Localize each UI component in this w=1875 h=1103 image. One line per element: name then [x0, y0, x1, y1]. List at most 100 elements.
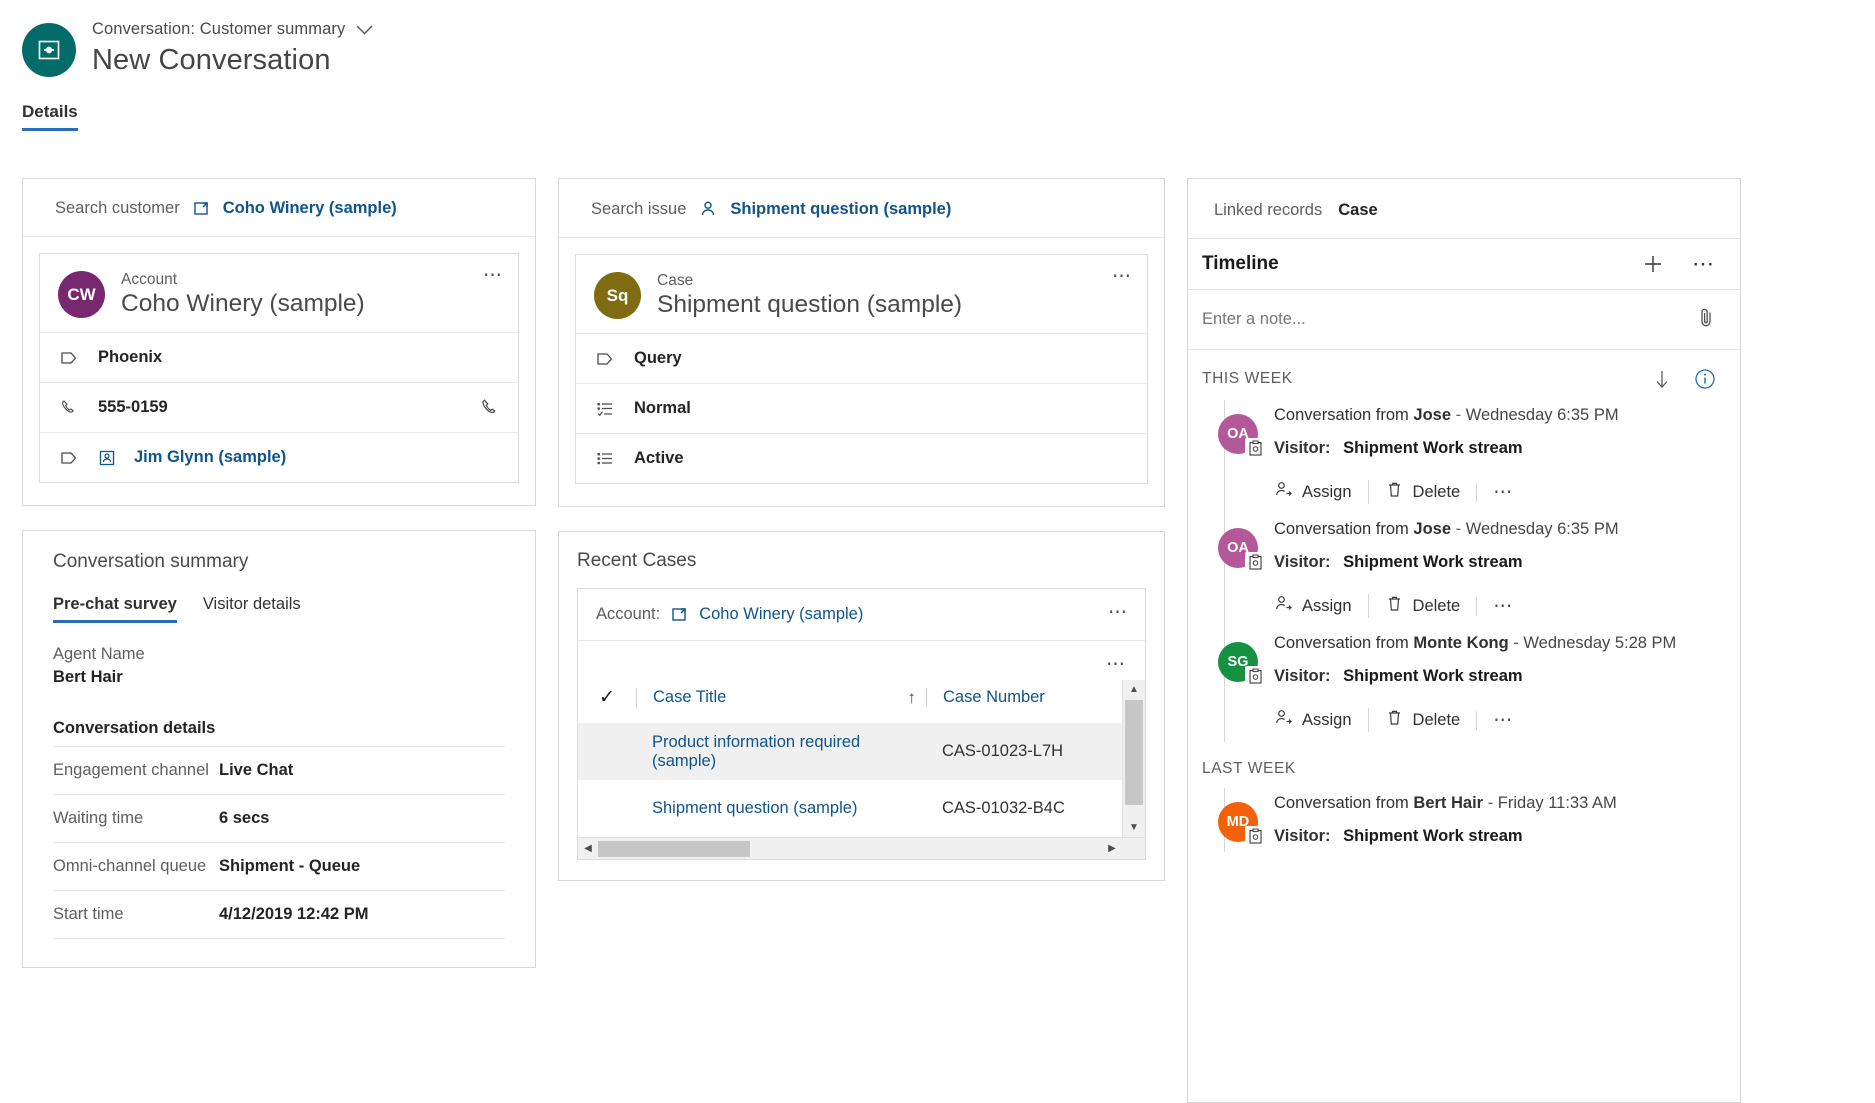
customer-lookup-link[interactable]: Coho Winery (sample) [223, 199, 397, 218]
avatar: OA [1218, 414, 1258, 454]
field-value-case-type: Query [634, 349, 682, 368]
column-header-case-title[interactable]: Case Title ↑ [636, 688, 926, 708]
grid-more-options-icon[interactable]: ⋯ [578, 641, 1145, 680]
detail-key: Start time [53, 905, 219, 924]
delete-button[interactable]: Delete [1368, 480, 1477, 504]
sort-ascending-icon[interactable]: ↑ [908, 688, 917, 708]
customer-panel: Search customer Coho Winery (sample) ⋯ C… [22, 178, 536, 506]
entry-dash: - [1488, 794, 1494, 812]
attachment-icon[interactable] [1696, 306, 1716, 333]
clipboard-gear-icon [1245, 826, 1266, 847]
detail-key: Engagement channel [53, 761, 219, 780]
call-icon[interactable] [480, 398, 500, 418]
assign-label: Assign [1302, 483, 1352, 502]
entry-actor: Bert Hair [1413, 794, 1483, 812]
field-value-city: Phoenix [98, 348, 162, 367]
tab-details[interactable]: Details [22, 102, 78, 131]
chevron-up-icon[interactable]: ▲ [1123, 680, 1145, 699]
case-entity-card: ⋯ Sq Case Shipment question (sample) [575, 254, 1148, 484]
cell-case-number: CAS-01032-B4C [926, 799, 1145, 818]
more-options-icon[interactable]: ⋯ [1476, 483, 1514, 502]
field-row-status: Active [576, 433, 1147, 483]
recent-cases-panel: Recent Cases ⋯ Account: Coho Winery (sam… [558, 531, 1165, 881]
entry-prefix: Conversation from [1274, 406, 1409, 424]
more-options-icon[interactable]: ⋯ [1476, 711, 1514, 730]
entry-timestamp: Friday 11:33 AM [1498, 794, 1617, 812]
checkmark-icon[interactable]: ✓ [578, 686, 636, 709]
more-options-icon[interactable]: ⋯ [1112, 267, 1133, 286]
delete-button[interactable]: Delete [1368, 708, 1477, 732]
field-link-contact[interactable]: Jim Glynn (sample) [134, 448, 286, 467]
tab-pre-chat-survey[interactable]: Pre-chat survey [53, 595, 177, 623]
phone-icon [58, 399, 80, 417]
assign-user-icon [1274, 594, 1293, 618]
address-icon [58, 450, 80, 466]
search-issue-row[interactable]: Search issue Shipment question (sample) [559, 179, 1164, 238]
field-value-status: Active [634, 449, 684, 468]
linked-records-label: Linked records [1214, 201, 1322, 220]
chevron-right-icon[interactable]: ▶ [1102, 843, 1122, 854]
survey-answer: Bert Hair [53, 668, 505, 687]
entry-prefix: Conversation from [1274, 520, 1409, 538]
chevron-left-icon[interactable]: ◀ [578, 843, 598, 854]
avatar: SG [1218, 642, 1258, 682]
address-icon [594, 351, 616, 367]
column-header-case-number[interactable]: Case Number [926, 688, 1145, 707]
assign-button[interactable]: Assign [1274, 480, 1368, 504]
assign-button[interactable]: Assign [1274, 594, 1368, 618]
list-item[interactable]: OA Conversation from Jose - [1202, 514, 1740, 628]
entry-actor: Jose [1413, 520, 1451, 538]
info-icon[interactable] [1694, 368, 1716, 390]
breadcrumb[interactable]: Conversation: Customer summary [92, 20, 374, 39]
entry-timestamp: Wednesday 5:28 PM [1523, 634, 1676, 652]
chevron-down-icon[interactable]: ▼ [1123, 818, 1145, 837]
scrollbar-thumb-vertical[interactable] [1125, 700, 1143, 805]
grid-horizontal-scrollbar[interactable]: ◀ ▶ [578, 837, 1145, 859]
entry-field-value: Shipment Work stream [1343, 439, 1522, 457]
search-customer-row[interactable]: Search customer Coho Winery (sample) [23, 179, 535, 237]
entity-type: Case [657, 272, 962, 290]
breadcrumb-label: Conversation: Customer summary [92, 20, 345, 39]
chevron-down-icon[interactable] [355, 24, 374, 36]
cell-case-title[interactable]: Product information required (sample) [636, 733, 926, 771]
entry-actions: Assign Delete ⋯ [1274, 594, 1728, 622]
grid-vertical-scrollbar[interactable]: ▲ ▼ [1122, 680, 1145, 837]
timeline-title: Timeline [1202, 253, 1279, 275]
linked-records-value[interactable]: Case [1338, 201, 1377, 220]
issue-panel: Search issue Shipment question (sample) … [558, 178, 1165, 507]
clipboard-gear-icon [1245, 438, 1266, 459]
detail-key: Waiting time [53, 809, 219, 828]
delete-label: Delete [1413, 597, 1461, 616]
linked-records-row: Linked records Case [1188, 179, 1740, 239]
conversation-summary-panel: Conversation summary Pre-chat survey Vis… [22, 530, 536, 968]
tab-visitor-details[interactable]: Visitor details [203, 595, 301, 623]
delete-button[interactable]: Delete [1368, 594, 1477, 618]
more-options-icon[interactable]: ⋯ [1108, 603, 1129, 622]
entry-field-label: Visitor: [1274, 553, 1331, 571]
note-input-row[interactable]: Enter a note... [1188, 290, 1740, 350]
entry-dash: - [1513, 634, 1519, 652]
avatar: OA [1218, 528, 1258, 568]
sort-descending-icon[interactable] [1652, 368, 1672, 390]
timeline-section-header: LAST WEEK [1188, 742, 1740, 788]
issue-lookup-link[interactable]: Shipment question (sample) [730, 200, 951, 219]
cell-case-title[interactable]: Shipment question (sample) [636, 799, 926, 818]
scrollbar-thumb-horizontal[interactable] [598, 841, 750, 857]
list-item[interactable]: OA Conversation from Jose - [1202, 400, 1740, 514]
avatar: CW [58, 271, 105, 318]
table-row[interactable]: Shipment question (sample) CAS-01032-B4C [578, 780, 1145, 837]
more-options-icon[interactable]: ⋯ [1476, 597, 1514, 616]
list-item[interactable]: MD Conversation from Bert Hair - [1202, 788, 1740, 852]
assign-label: Assign [1302, 597, 1352, 616]
more-options-icon[interactable]: ⋯ [1692, 253, 1714, 275]
account-lookup-link[interactable]: Coho Winery (sample) [699, 605, 863, 624]
note-input[interactable]: Enter a note... [1202, 310, 1306, 329]
trash-icon [1385, 594, 1404, 618]
table-row[interactable]: Product information required (sample) CA… [578, 723, 1145, 780]
list-item[interactable]: SG Conversation from Monte Kong - [1202, 628, 1740, 742]
assign-button[interactable]: Assign [1274, 708, 1368, 732]
plus-icon[interactable] [1642, 253, 1664, 275]
more-options-icon[interactable]: ⋯ [483, 266, 504, 285]
cell-case-number: CAS-01023-L7H [926, 742, 1145, 761]
entry-headline: Conversation from Jose - Wednesday 6:35 … [1274, 406, 1728, 425]
